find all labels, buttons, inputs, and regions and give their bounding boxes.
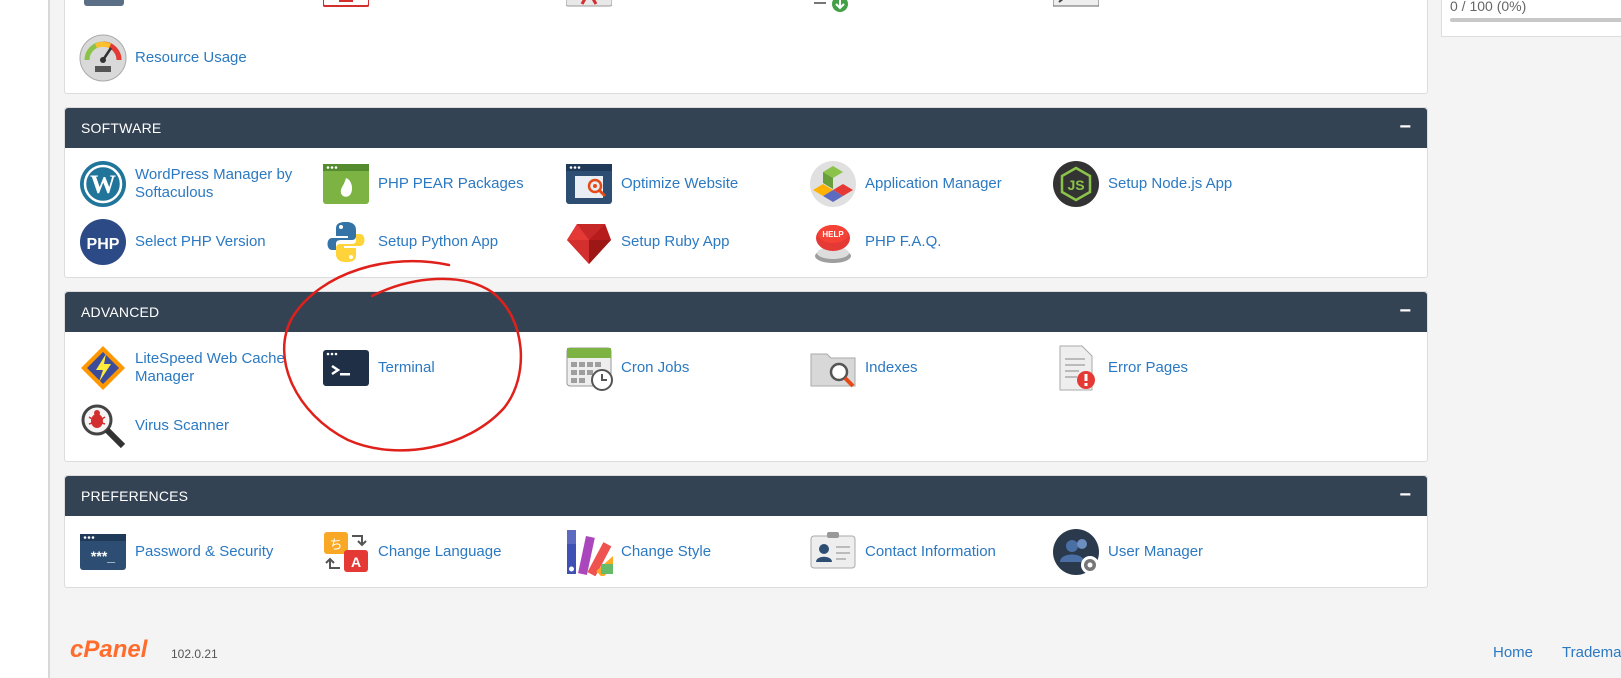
svg-text:***_: ***_ [91,548,115,564]
optimize-website-item[interactable]: Optimize Website [565,160,738,208]
optimize-website-icon [565,160,613,208]
user-manager-item[interactable]: User Manager [1052,528,1203,576]
partial-icon-2 [322,0,370,10]
indexes-label: Indexes [865,359,918,376]
terminal-label: Terminal [378,359,435,376]
resource-usage-text: 0 / 100 (0%) [1450,0,1527,14]
cron-jobs-item[interactable]: Cron Jobs [565,344,689,392]
contact-information-item[interactable]: Contact Information [809,528,996,576]
virus-scanner-item[interactable]: Virus Scanner [79,402,229,450]
language-icon: ちA [322,528,370,576]
svg-text:ち: ち [329,538,342,553]
usage-progress-bar [1450,18,1621,22]
setup-nodejs-label: Setup Node.js App [1108,175,1233,192]
partial-icon-5 [1052,0,1100,10]
wordpress-manager-item[interactable]: W WordPress Manager by Softaculous [79,160,295,208]
indexes-item[interactable]: Indexes [809,344,918,392]
select-php-version-item[interactable]: PHP Select PHP Version [79,218,266,266]
litespeed-cache-item[interactable]: LiteSpeed Web Cache Manager [79,344,295,392]
password-security-item[interactable]: ***_ Password & Security [79,528,273,576]
wordpress-icon: W [79,160,127,208]
application-manager-label: Application Manager [865,175,1002,192]
change-style-item[interactable]: Change Style [565,528,711,576]
svg-text:PHP: PHP [87,236,120,253]
contact-information-label: Contact Information [865,543,996,560]
color-swatch-icon [565,528,613,576]
change-language-item[interactable]: ちA Change Language [322,528,501,576]
contact-card-icon [809,528,857,576]
resource-usage-item[interactable]: Resource Usage [79,34,247,82]
partial-icon-4 [810,0,856,14]
gauge-icon [79,34,127,82]
select-php-version-label: Select PHP Version [135,233,266,250]
setup-python-label: Setup Python App [378,233,499,250]
terminal-icon [322,344,370,392]
cron-calendar-icon [565,344,613,392]
password-icon: ***_ [79,528,127,576]
cron-jobs-label: Cron Jobs [621,359,690,376]
terminal-item[interactable]: Terminal [322,344,435,392]
software-header[interactable]: SOFTWARE − [65,108,1427,148]
general-panel: Resource Usage [64,0,1428,94]
left-sidebar [0,0,50,678]
application-manager-icon [809,160,857,208]
php-pear-label: PHP PEAR Packages [378,175,524,192]
preferences-title: PREFERENCES [81,488,189,504]
preferences-collapse-icon[interactable]: − [1399,485,1411,505]
setup-python-item[interactable]: Setup Python App [322,218,498,266]
php-faq-label: PHP F.A.Q. [865,233,942,250]
change-language-label: Change Language [378,543,502,560]
setup-ruby-item[interactable]: Setup Ruby App [565,218,729,266]
optimize-website-label: Optimize Website [621,175,739,192]
php-faq-item[interactable]: HELP PHP F.A.Q. [809,218,941,266]
php-icon: PHP [79,218,127,266]
litespeed-cache-label: LiteSpeed Web Cache Manager [135,350,285,385]
error-pages-label: Error Pages [1108,359,1189,376]
resource-usage-label: Resource Usage [135,49,247,66]
virus-scanner-label: Virus Scanner [135,417,229,434]
advanced-title: ADVANCED [81,304,160,320]
password-security-label: Password & Security [135,543,274,560]
php-pear-item[interactable]: PHP PEAR Packages [322,160,524,208]
user-manager-icon [1052,528,1100,576]
php-pear-icon [322,160,370,208]
partial-icon-3 [565,0,613,10]
partial-icon-1 [81,0,127,10]
svg-text:HELP: HELP [822,230,844,239]
stats-panel: 0 / 100 (0%) [1441,0,1621,37]
folder-search-icon [809,344,857,392]
help-button-icon: HELP [809,218,857,266]
software-panel: SOFTWARE − W WordPress Manager by Softac… [64,107,1428,278]
svg-text:JS: JS [1067,177,1084,193]
change-style-label: Change Style [621,543,712,560]
svg-text:W: W [90,170,116,199]
python-icon [322,218,370,266]
software-collapse-icon[interactable]: − [1399,117,1411,137]
footer-home-link[interactable]: Home [1493,644,1533,661]
cpanel-logo[interactable]: cPanel [70,636,147,664]
cpanel-version: 102.0.21 [171,647,218,661]
footer-trademarks-link[interactable]: Tradema [1562,644,1621,661]
preferences-header[interactable]: PREFERENCES − [65,476,1427,516]
error-pages-item[interactable]: Error Pages [1052,344,1188,392]
software-title: SOFTWARE [81,120,162,136]
ruby-icon [565,218,613,266]
svg-text:A: A [351,554,361,570]
advanced-panel: ADVANCED − LiteSpeed Web Cache Manager T… [64,291,1428,462]
wordpress-manager-label: WordPress Manager by Softaculous [135,166,293,201]
preferences-panel: PREFERENCES − ***_ Password & Security ち… [64,475,1428,588]
nodejs-icon: JS [1052,160,1100,208]
setup-nodejs-item[interactable]: JS Setup Node.js App [1052,160,1232,208]
setup-ruby-label: Setup Ruby App [621,233,730,250]
error-page-icon [1052,344,1100,392]
virus-scanner-icon [79,402,127,450]
user-manager-label: User Manager [1108,543,1204,560]
advanced-header[interactable]: ADVANCED − [65,292,1427,332]
litespeed-icon [79,344,127,392]
advanced-collapse-icon[interactable]: − [1399,301,1411,321]
application-manager-item[interactable]: Application Manager [809,160,1002,208]
